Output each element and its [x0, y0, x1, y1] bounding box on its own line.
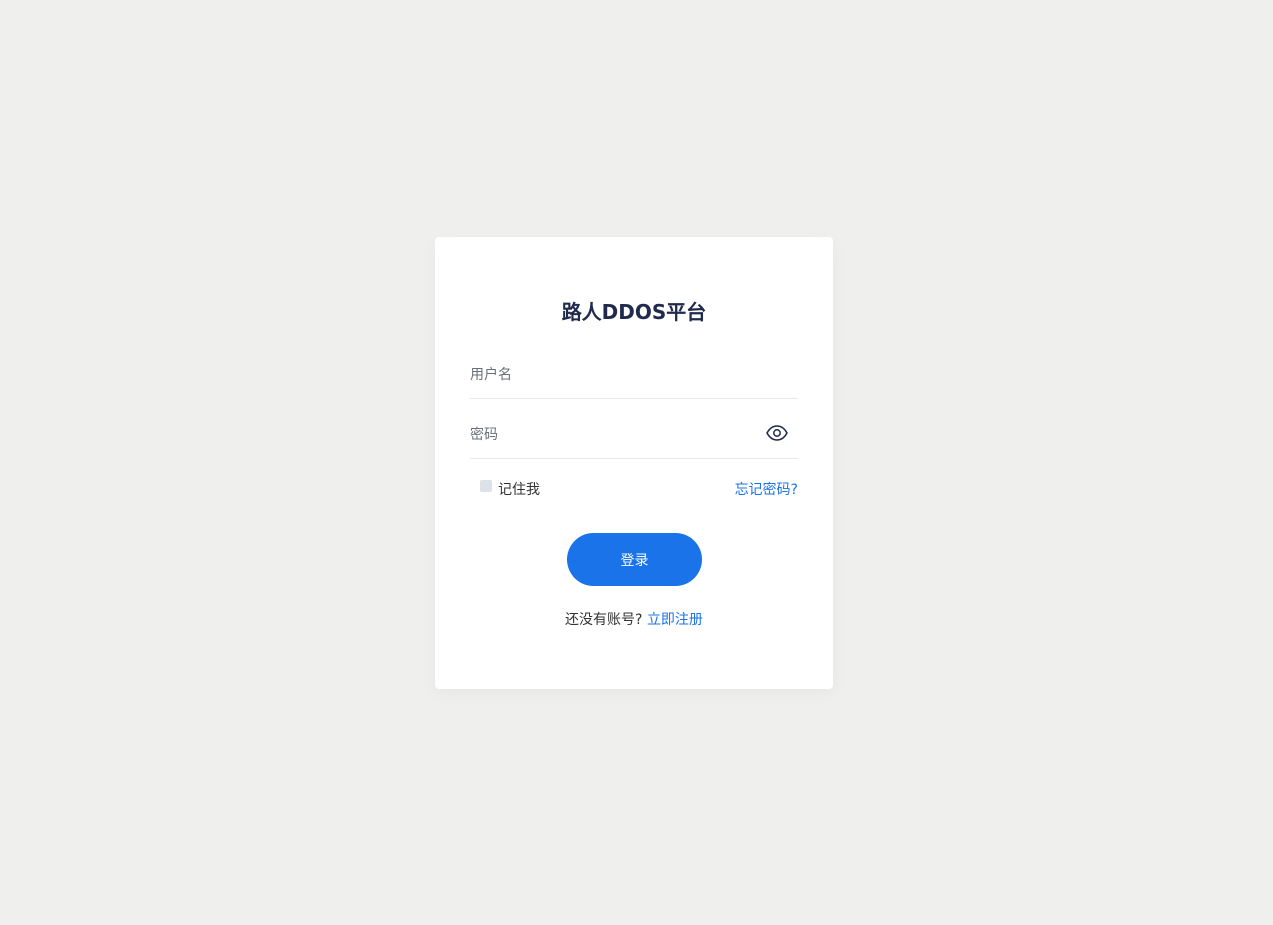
username-input[interactable]	[470, 358, 798, 392]
page-title: 路人DDOS平台	[561, 300, 707, 324]
login-button[interactable]: 登录	[567, 533, 702, 586]
password-input[interactable]	[470, 418, 798, 452]
remember-checkbox[interactable]	[480, 480, 492, 492]
login-card: 路人DDOS平台 记住我 忘记密码? 登录 还没有账号? 立即注册	[435, 237, 833, 689]
eye-icon[interactable]	[766, 425, 788, 441]
register-link[interactable]: 立即注册	[647, 612, 703, 628]
register-prompt: 还没有账号? 立即注册	[435, 609, 833, 629]
username-field-wrapper	[470, 358, 798, 399]
forgot-password-link[interactable]: 忘记密码?	[735, 479, 798, 499]
remember-me: 记住我	[480, 479, 540, 499]
password-field-wrapper	[470, 418, 798, 459]
remember-label: 记住我	[498, 482, 540, 498]
no-account-text: 还没有账号?	[565, 612, 643, 628]
